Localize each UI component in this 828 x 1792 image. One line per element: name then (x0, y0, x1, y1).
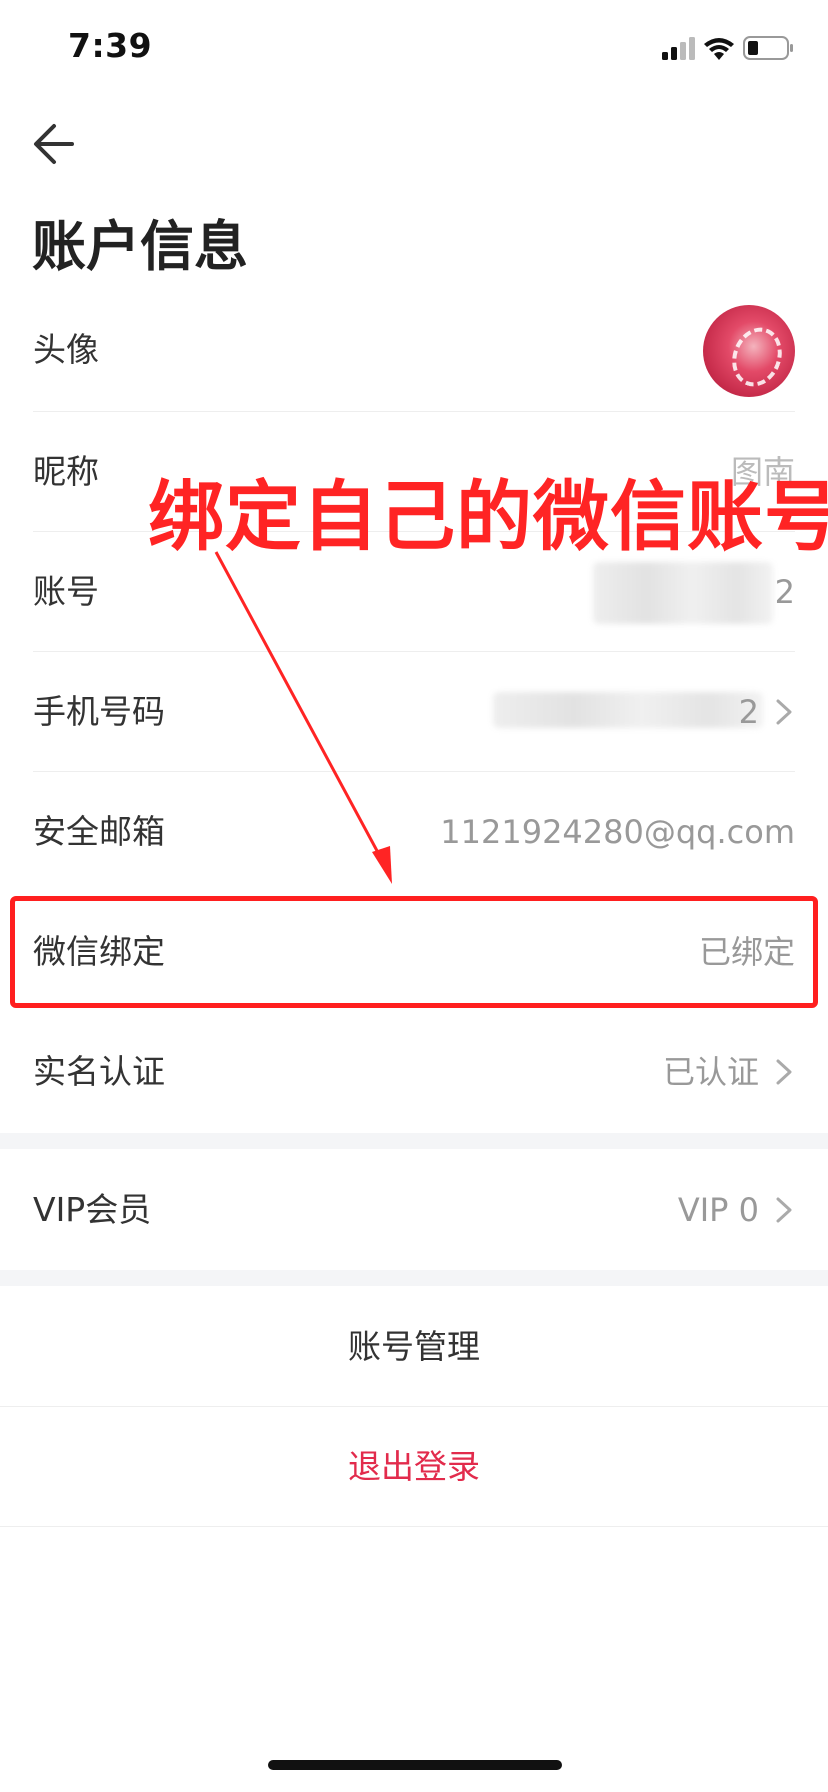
annotation-arrow (214, 551, 392, 884)
annotation-highlight-box (10, 896, 818, 1008)
logout-button[interactable]: 退出登录 (0, 1407, 828, 1527)
vip-value: VIP 0 (677, 1191, 759, 1229)
row-vip-label: VIP会员 (33, 1190, 152, 1229)
home-indicator (268, 1760, 562, 1770)
section-separator (0, 1270, 828, 1286)
account-manage-button[interactable]: 账号管理 (0, 1287, 828, 1407)
chevron-right-icon (776, 1059, 792, 1085)
section-separator (0, 1133, 828, 1149)
row-vip[interactable]: VIP会员 VIP 0 (33, 1150, 795, 1270)
row-realname[interactable]: 实名认证 已认证 (33, 1012, 795, 1132)
realname-value: 已认证 (662, 1053, 759, 1091)
chevron-right-icon (776, 1197, 792, 1223)
divider (0, 1526, 828, 1527)
row-realname-label: 实名认证 (33, 1052, 165, 1091)
